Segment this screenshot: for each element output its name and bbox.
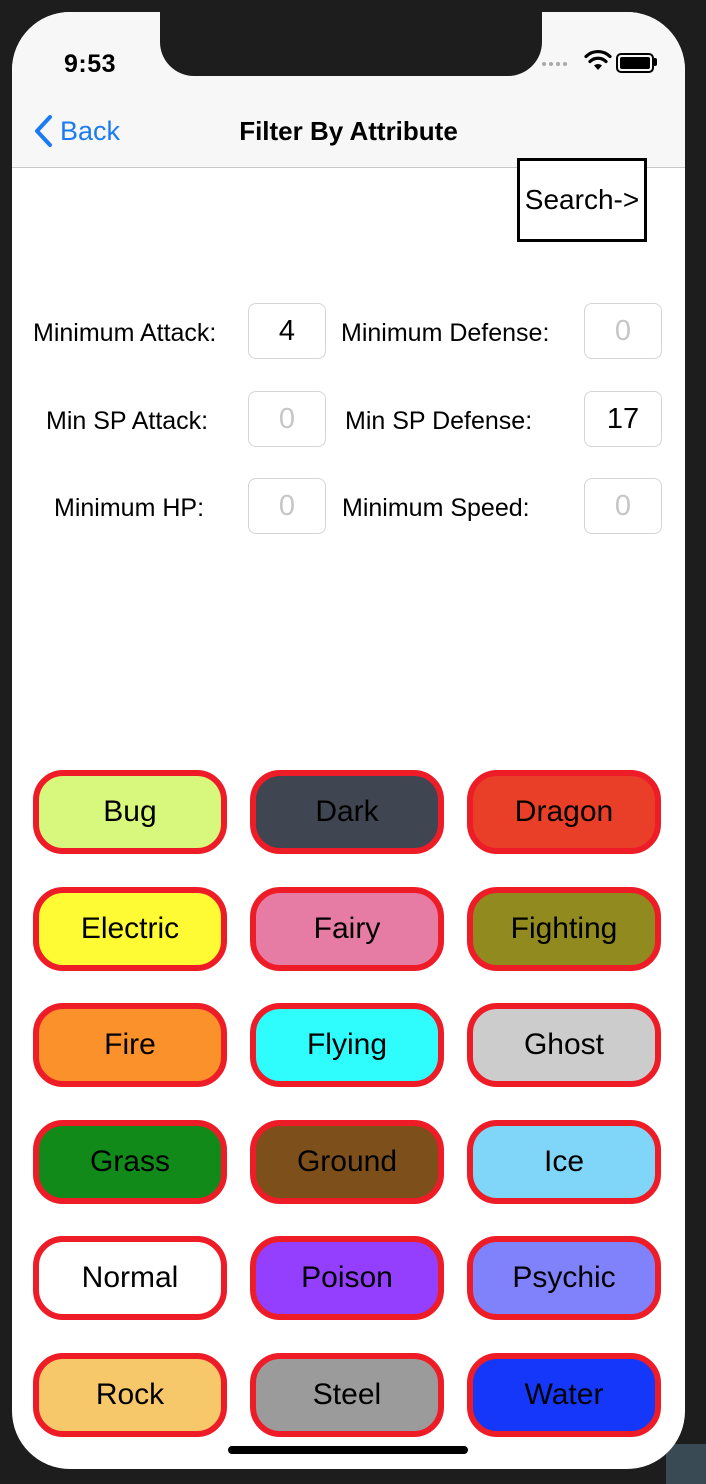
type-button-flying[interactable]: Flying	[250, 1003, 444, 1087]
min-defense-field[interactable]	[584, 303, 662, 359]
battery-tip	[654, 58, 657, 66]
battery-icon	[616, 53, 654, 73]
type-button-bug[interactable]: Bug	[33, 770, 227, 854]
type-button-fire[interactable]: Fire	[33, 1003, 227, 1087]
status-time: 9:53	[64, 50, 117, 78]
type-button-electric[interactable]: Electric	[33, 887, 227, 971]
device-notch	[160, 12, 542, 76]
min-hp-label: Minimum HP:	[54, 494, 205, 522]
wifi-icon	[584, 49, 612, 70]
type-button-dragon[interactable]: Dragon	[467, 770, 661, 854]
min-sp-attack-label: Min SP Attack:	[46, 407, 209, 435]
type-button-rock[interactable]: Rock	[33, 1353, 227, 1437]
type-button-fighting[interactable]: Fighting	[467, 887, 661, 971]
type-button-poison[interactable]: Poison	[250, 1236, 444, 1320]
type-button-psychic[interactable]: Psychic	[467, 1236, 661, 1320]
phone-screen: 9:53 Back Filter By Attribute Search-> M…	[12, 12, 685, 1469]
min-speed-label: Minimum Speed:	[342, 494, 530, 522]
min-hp-field[interactable]	[248, 478, 326, 534]
type-button-normal[interactable]: Normal	[33, 1236, 227, 1320]
min-sp-attack-field[interactable]	[248, 391, 326, 447]
min-attack-label: Minimum Attack:	[33, 319, 217, 347]
page-title: Filter By Attribute	[239, 116, 458, 146]
min-attack-field[interactable]	[248, 303, 326, 359]
type-button-fairy[interactable]: Fairy	[250, 887, 444, 971]
type-button-grass[interactable]: Grass	[33, 1120, 227, 1204]
min-defense-label: Minimum Defense:	[341, 319, 550, 347]
min-sp-defense-label: Min SP Defense:	[345, 407, 533, 435]
cellular-signal-icon	[542, 62, 567, 66]
type-button-steel[interactable]: Steel	[250, 1353, 444, 1437]
search-button[interactable]: Search->	[517, 158, 647, 242]
type-button-ghost[interactable]: Ghost	[467, 1003, 661, 1087]
type-button-ground[interactable]: Ground	[250, 1120, 444, 1204]
type-button-water[interactable]: Water	[467, 1353, 661, 1437]
background-corner	[666, 1444, 706, 1484]
min-sp-defense-field[interactable]	[584, 391, 662, 447]
type-button-ice[interactable]: Ice	[467, 1120, 661, 1204]
type-button-dark[interactable]: Dark	[250, 770, 444, 854]
home-indicator[interactable]	[228, 1446, 468, 1454]
min-speed-field[interactable]	[584, 478, 662, 534]
